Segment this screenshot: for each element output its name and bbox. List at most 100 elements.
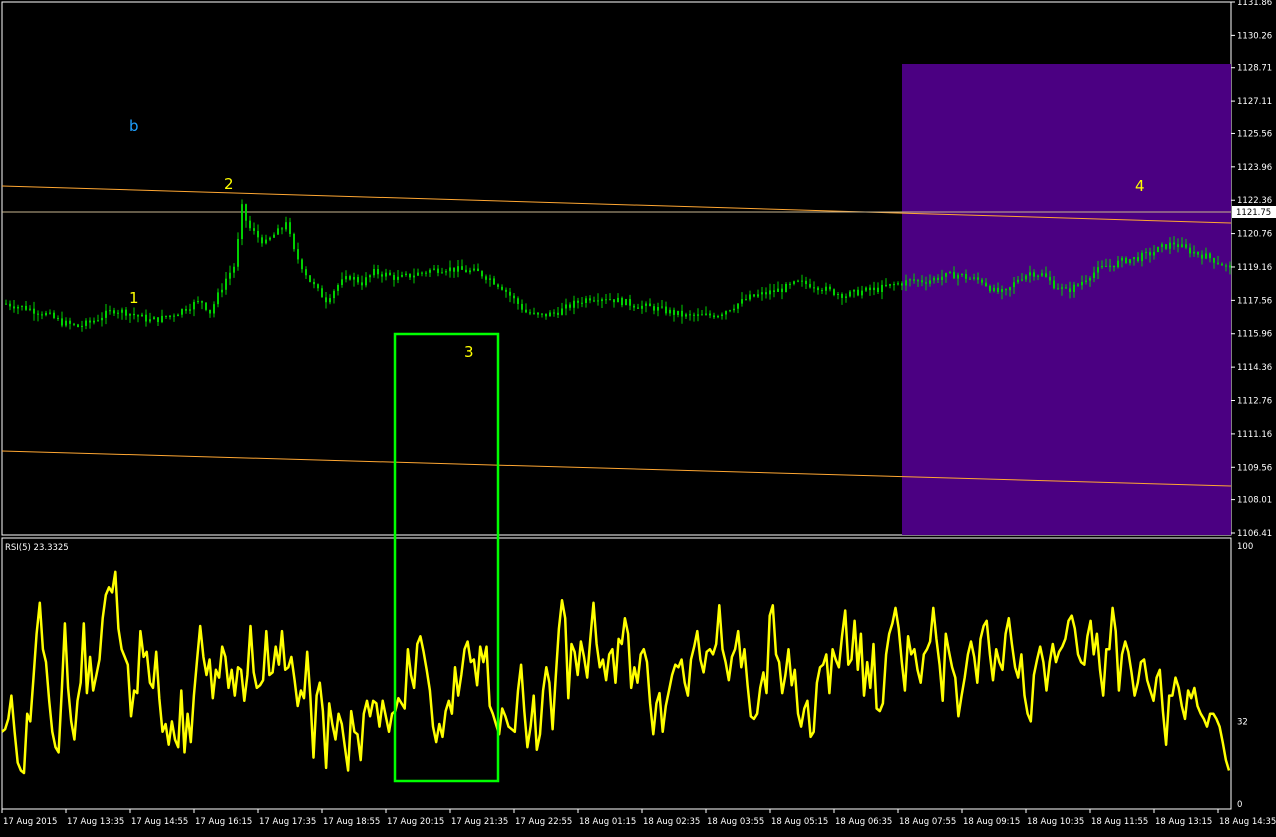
candle-body	[293, 233, 295, 250]
candle-body	[805, 280, 807, 285]
time-tick-label: 17 Aug 14:55	[131, 817, 188, 827]
candle-body	[881, 284, 883, 293]
candle-body	[61, 318, 63, 326]
candle-body	[189, 309, 191, 311]
candle-body	[281, 228, 283, 230]
candle-body	[829, 286, 831, 290]
price-tick-label: 1111.16	[1237, 430, 1272, 440]
candle-body	[1045, 273, 1047, 277]
candle-body	[597, 300, 599, 302]
price-tick-label: 1114.36	[1237, 363, 1272, 373]
candle-body	[761, 292, 763, 295]
price-tick-label: 1128.71	[1237, 64, 1272, 74]
candle-body	[1177, 244, 1179, 248]
candle-body	[937, 277, 939, 281]
annotation-label: 2	[224, 175, 234, 193]
candle-body	[365, 277, 367, 286]
candle-body	[129, 313, 131, 316]
candle-body	[441, 272, 443, 274]
candle-body	[629, 299, 631, 306]
candle-body	[405, 273, 407, 275]
rsi-title: RSI(5) 23.3325	[5, 543, 69, 553]
candle-body	[1169, 242, 1171, 249]
candle-body	[869, 287, 871, 291]
time-tick-label: 17 Aug 17:35	[259, 817, 316, 827]
candle-body	[181, 309, 183, 315]
candle-body	[841, 294, 843, 298]
time-tick-label: 17 Aug 20:15	[387, 817, 444, 827]
candle-body	[269, 237, 271, 240]
candle-body	[469, 270, 471, 273]
candle-body	[993, 287, 995, 292]
candle-body	[813, 287, 815, 289]
rsi-tick-label: 0	[1237, 800, 1242, 810]
candle-body	[1157, 246, 1159, 253]
candle-body	[45, 312, 47, 316]
candle-body	[101, 317, 103, 321]
candle-body	[1025, 275, 1027, 280]
candle-body	[601, 299, 603, 302]
candle-body	[1017, 279, 1019, 283]
candle-body	[553, 312, 555, 314]
price-tick-label: 1120.76	[1237, 230, 1272, 240]
candle-body	[1057, 288, 1059, 290]
candle-body	[125, 309, 127, 316]
candle-body	[449, 267, 451, 272]
candle-body	[1121, 257, 1123, 261]
candle-body	[997, 287, 999, 293]
candle-body	[717, 316, 719, 318]
candle-body	[73, 323, 75, 325]
candle-body	[713, 315, 715, 318]
candle-body	[157, 317, 159, 323]
candle-body	[661, 306, 663, 308]
candle-body	[165, 315, 167, 317]
candle-body	[197, 301, 199, 303]
candle-body	[357, 277, 359, 283]
candle-body	[361, 282, 363, 286]
highlight-zone	[902, 64, 1231, 535]
price-tick-label: 1109.56	[1237, 463, 1272, 473]
candle-body	[749, 294, 751, 300]
candle-body	[1201, 254, 1203, 259]
candle-body	[477, 268, 479, 272]
candle-body	[857, 289, 859, 296]
time-tick-label: 18 Aug 09:15	[963, 817, 1020, 827]
candle-body	[249, 220, 251, 229]
candle-body	[941, 276, 943, 281]
candle-body	[1101, 265, 1103, 268]
candle-body	[1217, 262, 1219, 264]
candle-body	[497, 284, 499, 287]
candle-body	[705, 313, 707, 315]
candle-body	[209, 309, 211, 314]
time-tick-label: 17 Aug 13:35	[67, 817, 124, 827]
candle-body	[457, 266, 459, 272]
candle-body	[949, 272, 951, 274]
time-tick-label: 17 Aug 2015	[3, 817, 57, 827]
candle-body	[201, 301, 203, 303]
candle-body	[261, 237, 263, 244]
candle-body	[1049, 276, 1051, 281]
candle-body	[221, 289, 223, 293]
candle-body	[113, 310, 115, 314]
candle-body	[653, 306, 655, 311]
candle-body	[85, 320, 87, 326]
candle-body	[521, 303, 523, 310]
candle-body	[1113, 265, 1115, 268]
candle-body	[545, 313, 547, 317]
candle-body	[509, 291, 511, 296]
candle-body	[97, 320, 99, 322]
candle-body	[649, 303, 651, 307]
annotation-label: 1	[129, 289, 139, 307]
candle-body	[981, 279, 983, 283]
candle-body	[677, 310, 679, 315]
candle-body	[845, 296, 847, 298]
candle-body	[409, 273, 411, 278]
candle-body	[257, 230, 259, 238]
candle-body	[741, 299, 743, 304]
price-tick-label: 1130.26	[1237, 31, 1272, 41]
candle-body	[1149, 252, 1151, 256]
candle-body	[137, 315, 139, 317]
candle-body	[673, 309, 675, 315]
time-tick-label: 18 Aug 02:35	[643, 817, 700, 827]
candle-body	[777, 288, 779, 292]
